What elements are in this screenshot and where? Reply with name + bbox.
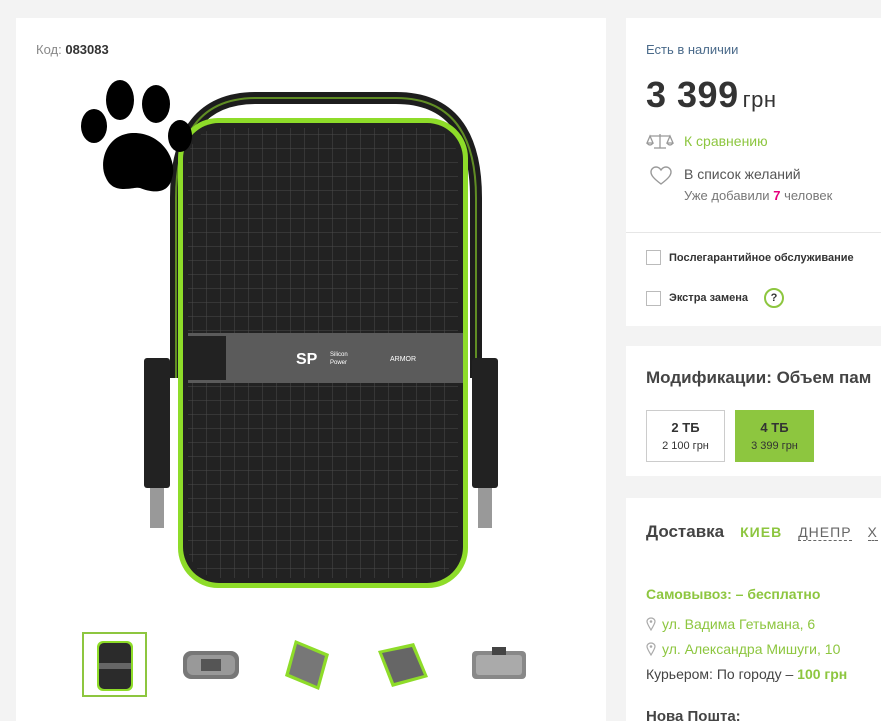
modifications-title: Модификации: Объем пам (646, 368, 872, 387)
scales-icon (646, 134, 674, 149)
thumbnail-4[interactable] (370, 632, 435, 697)
help-icon[interactable]: ? (764, 288, 785, 308)
courier-price: 100 (797, 666, 821, 682)
price: 3 399 грн (646, 74, 777, 116)
price-currency: грн (742, 87, 777, 112)
city-tab-kyiv[interactable]: КИЕВ (740, 524, 782, 540)
svg-text:Power: Power (330, 360, 347, 366)
product-code: Код: 083083 (36, 42, 109, 57)
product-page: Код: 083083 SP Silicon Power ARMOR Есть … (0, 0, 881, 721)
modifications-panel: Модификации: Объем пам 2 ТБ 2 100 грн 4 … (626, 346, 881, 476)
paw-print-icon (81, 80, 192, 192)
extra-replacement-label: Экстра замена (669, 292, 749, 304)
thumbnail-strip (82, 632, 531, 697)
modification-2tb[interactable]: 2 ТБ 2 100 грн (646, 410, 725, 462)
thumb-angle-1-image (284, 639, 329, 690)
model-label: ARMOR (390, 356, 416, 363)
product-gallery: Код: 083083 SP Silicon Power ARMOR (16, 18, 606, 721)
svg-text:Silicon: Silicon (330, 352, 348, 358)
thumbnail-1[interactable] (82, 632, 147, 697)
modification-4tb[interactable]: 4 ТБ 3 399 грн (735, 410, 814, 462)
thumbnail-5[interactable] (466, 632, 531, 697)
product-code-label: Код: (36, 42, 62, 57)
wishlist-count: 7 (773, 188, 781, 203)
thumbnail-2[interactable] (178, 632, 243, 697)
divider (626, 232, 881, 233)
city-tab-dnipro[interactable]: ДНЕПР (798, 524, 852, 541)
nova-poshta-label: Нова Пошта: (646, 708, 741, 721)
thumb-front-image (96, 640, 133, 691)
buy-box: Есть в наличии 3 399 грн К сравнению В сп… (626, 18, 881, 326)
stock-status: Есть в наличии (646, 42, 739, 57)
post-warranty-label: Послегарантийное обслуживание (669, 251, 854, 264)
location-pin-icon (646, 617, 656, 631)
delivery-header: Доставка КИЕВ ДНЕПР Х (646, 522, 878, 542)
pickup-label: Самовывоз: – бесплатно (646, 586, 821, 602)
pickup-address-1[interactable]: ул. Вадима Гетьмана, 6 (646, 616, 815, 632)
heart-icon (650, 166, 672, 185)
pickup-address-2[interactable]: ул. Александра Мишуги, 10 (646, 641, 840, 657)
delivery-panel: Доставка КИЕВ ДНЕПР Х Самовывоз: – беспл… (626, 498, 881, 721)
post-warranty-option[interactable]: Послегарантийное обслуживание (646, 250, 854, 265)
wishlist-count-text: Уже добавили 7 человек (684, 188, 833, 203)
product-code-value: 083083 (65, 42, 109, 57)
thumbnail-3[interactable] (274, 632, 339, 697)
courier-delivery: Курьером: По городу – 100 грн (646, 666, 848, 682)
compare-label: К сравнению (684, 133, 768, 149)
wishlist-label: В список желаний (684, 166, 801, 182)
thumb-angle-2-image (377, 642, 428, 687)
city-tab-kharkiv[interactable]: Х (867, 524, 878, 541)
post-warranty-checkbox[interactable] (646, 250, 661, 265)
thumb-side-image (182, 650, 239, 679)
brand-logo: SP (296, 351, 318, 368)
location-pin-icon (646, 642, 656, 656)
extra-replacement-option[interactable]: Экстра замена ? (646, 288, 785, 308)
thumb-top-image (471, 646, 526, 679)
delivery-title: Доставка (646, 522, 725, 541)
wishlist-button[interactable]: В список желаний Уже добавили 7 человек (650, 166, 832, 203)
extra-replacement-checkbox[interactable] (646, 290, 661, 306)
compare-button[interactable]: К сравнению (646, 132, 768, 150)
price-value: 3 399 (646, 74, 739, 115)
